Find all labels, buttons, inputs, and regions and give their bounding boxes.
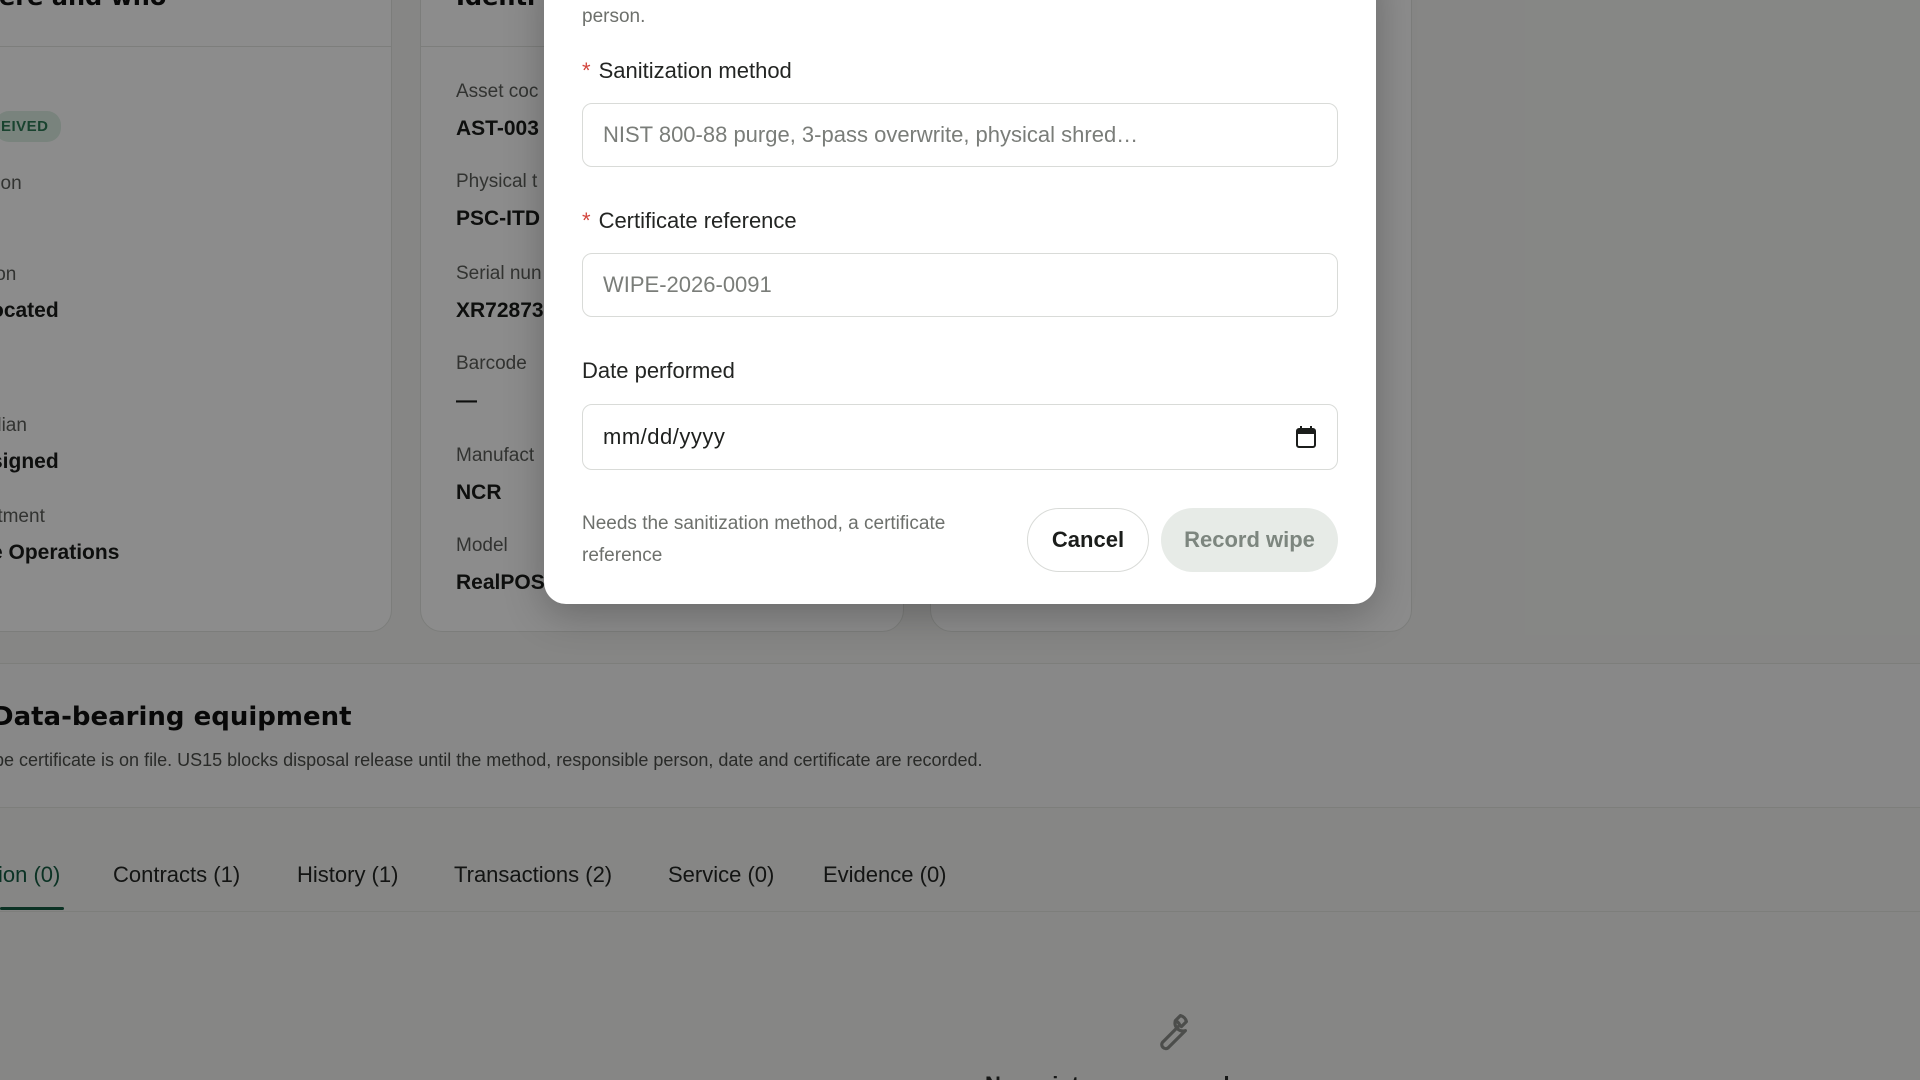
validation-hint: Needs the sanitization method, a certifi… bbox=[582, 513, 946, 566]
label-text: Certificate reference bbox=[598, 208, 797, 233]
label-text: Sanitization method bbox=[598, 58, 792, 83]
required-marker: * bbox=[582, 208, 591, 233]
date-performed-label: Date performed bbox=[582, 358, 735, 383]
sanitization-method-label: * Sanitization method bbox=[582, 58, 792, 84]
record-wipe-button[interactable]: Record wipe bbox=[1161, 508, 1338, 572]
sanitization-method-input[interactable] bbox=[582, 103, 1338, 167]
date-performed-input[interactable]: mm/dd/yyyy bbox=[582, 404, 1338, 470]
certificate-reference-input[interactable] bbox=[582, 253, 1338, 317]
asset-detail-page: ere and who s EIVED tion ion ocated dian… bbox=[0, 0, 1920, 1080]
date-placeholder: mm/dd/yyyy bbox=[603, 424, 726, 449]
required-marker: * bbox=[582, 58, 591, 83]
cancel-button[interactable]: Cancel bbox=[1027, 508, 1149, 572]
certificate-reference-label: * Certificate reference bbox=[582, 208, 797, 234]
dialog-hint: person. bbox=[582, 6, 646, 27]
calendar-icon[interactable] bbox=[1295, 425, 1317, 449]
record-wipe-dialog: person. * Sanitization method * Certificat… bbox=[544, 0, 1376, 604]
